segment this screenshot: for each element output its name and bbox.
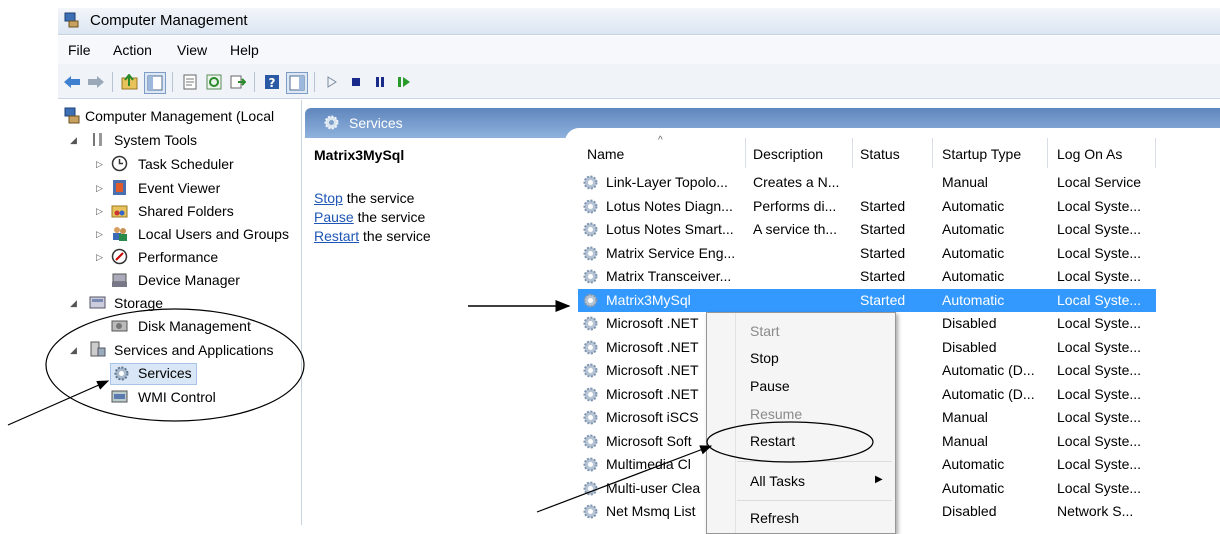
annotation-ellipse <box>706 421 874 463</box>
annotation-arrow <box>7 380 110 426</box>
annotation-ellipse <box>45 308 305 422</box>
annotation-arrow <box>536 445 713 513</box>
annotation-overlay <box>7 300 874 513</box>
